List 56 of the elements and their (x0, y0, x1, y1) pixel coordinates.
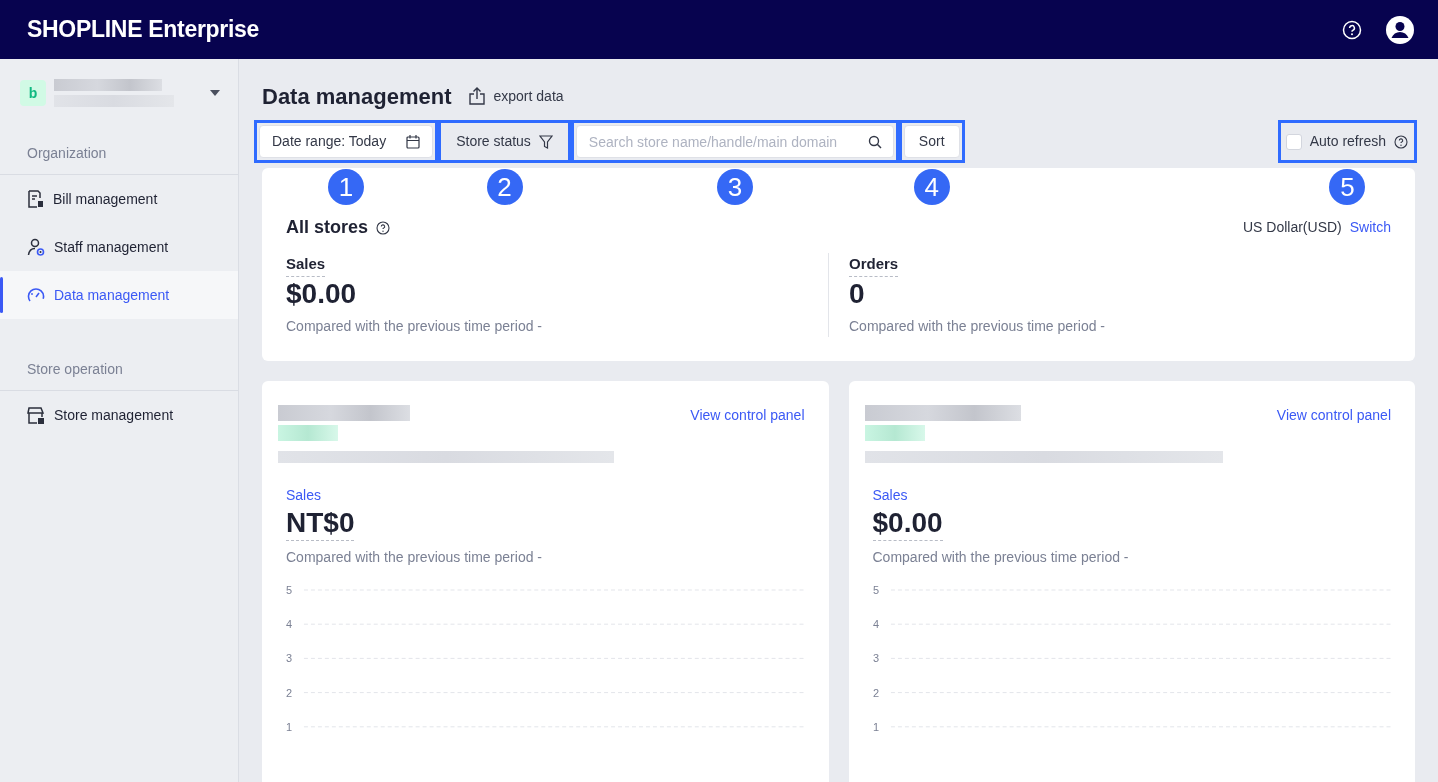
calendar-icon (406, 134, 421, 149)
store-avatar: b (20, 80, 46, 106)
metric-value: 0 (849, 276, 866, 311)
filter-icon (538, 134, 553, 149)
comparison-text: Compared with the previous time period - (286, 317, 543, 337)
axis-tick-label: 3 (286, 652, 293, 665)
metric-value: $0.00 (872, 506, 943, 541)
section-heading: Store operation (0, 337, 238, 391)
export-icon (467, 87, 486, 105)
metric-label: Orders (849, 253, 899, 277)
export-button[interactable]: export data (467, 85, 564, 107)
comparison-text: Compared with the previous time period - (286, 547, 543, 567)
page-title: Data management (262, 82, 452, 111)
axis-tick-label: 4 (286, 617, 293, 630)
metric-label: Sales (286, 486, 323, 506)
user-gear-icon (27, 238, 45, 256)
metric-value: NT$0 (286, 506, 355, 541)
metric-label: Sales (286, 253, 326, 277)
document-icon (27, 190, 44, 208)
card-title: All stores (286, 216, 369, 239)
logo: SHOPLINE Enterprise (27, 15, 260, 45)
axis-tick-label: 1 (872, 720, 879, 733)
storefront-icon (27, 406, 45, 424)
axis-tick-label: 1 (286, 720, 293, 733)
view-control-panel-link[interactable]: View control panel (690, 405, 805, 427)
comparison-text: Compared with the previous time period - (849, 317, 1106, 337)
search-field[interactable]: Search store name/handle/main domain (575, 125, 894, 158)
axis-tick-label: 4 (872, 617, 879, 630)
date-range-picker[interactable]: Date range: Today (259, 125, 434, 158)
help-icon[interactable] (1394, 134, 1408, 149)
comparison-text: Compared with the previous time period - (872, 547, 1130, 567)
metric-value: $0.00 (286, 276, 358, 311)
metric-label: Sales (872, 486, 909, 506)
caret-icon[interactable] (210, 90, 220, 96)
redacted-text (278, 425, 338, 442)
sort-button[interactable]: Sort (903, 125, 960, 158)
help-icon[interactable] (376, 220, 391, 235)
redacted-text (864, 425, 925, 442)
store-status-filter[interactable]: Store status (443, 125, 566, 158)
axis-tick-label: 5 (286, 583, 293, 596)
axis-tick-label: 5 (872, 583, 879, 596)
switch-link[interactable]: Switch (1349, 217, 1391, 238)
axis-tick-label: 2 (872, 686, 879, 699)
sidebar-item[interactable]: Staff management (0, 223, 238, 271)
sidebar-item[interactable]: Data management (0, 271, 238, 319)
user-avatar-icon[interactable] (1386, 15, 1414, 44)
search-icon (867, 135, 882, 149)
section-heading: Organization (0, 121, 238, 175)
axis-tick-label: 2 (286, 686, 293, 699)
auto-refresh-checkbox[interactable]: Auto refresh (1282, 125, 1390, 158)
sidebar-item[interactable]: Store management (0, 391, 238, 439)
sidebar-item[interactable]: Bill management (0, 175, 238, 223)
axis-tick-label: 3 (872, 652, 879, 665)
gauge-icon (27, 287, 45, 303)
view-control-panel-link[interactable]: View control panel (1276, 405, 1391, 427)
currency-label: US Dollar(USD) (1242, 218, 1342, 237)
